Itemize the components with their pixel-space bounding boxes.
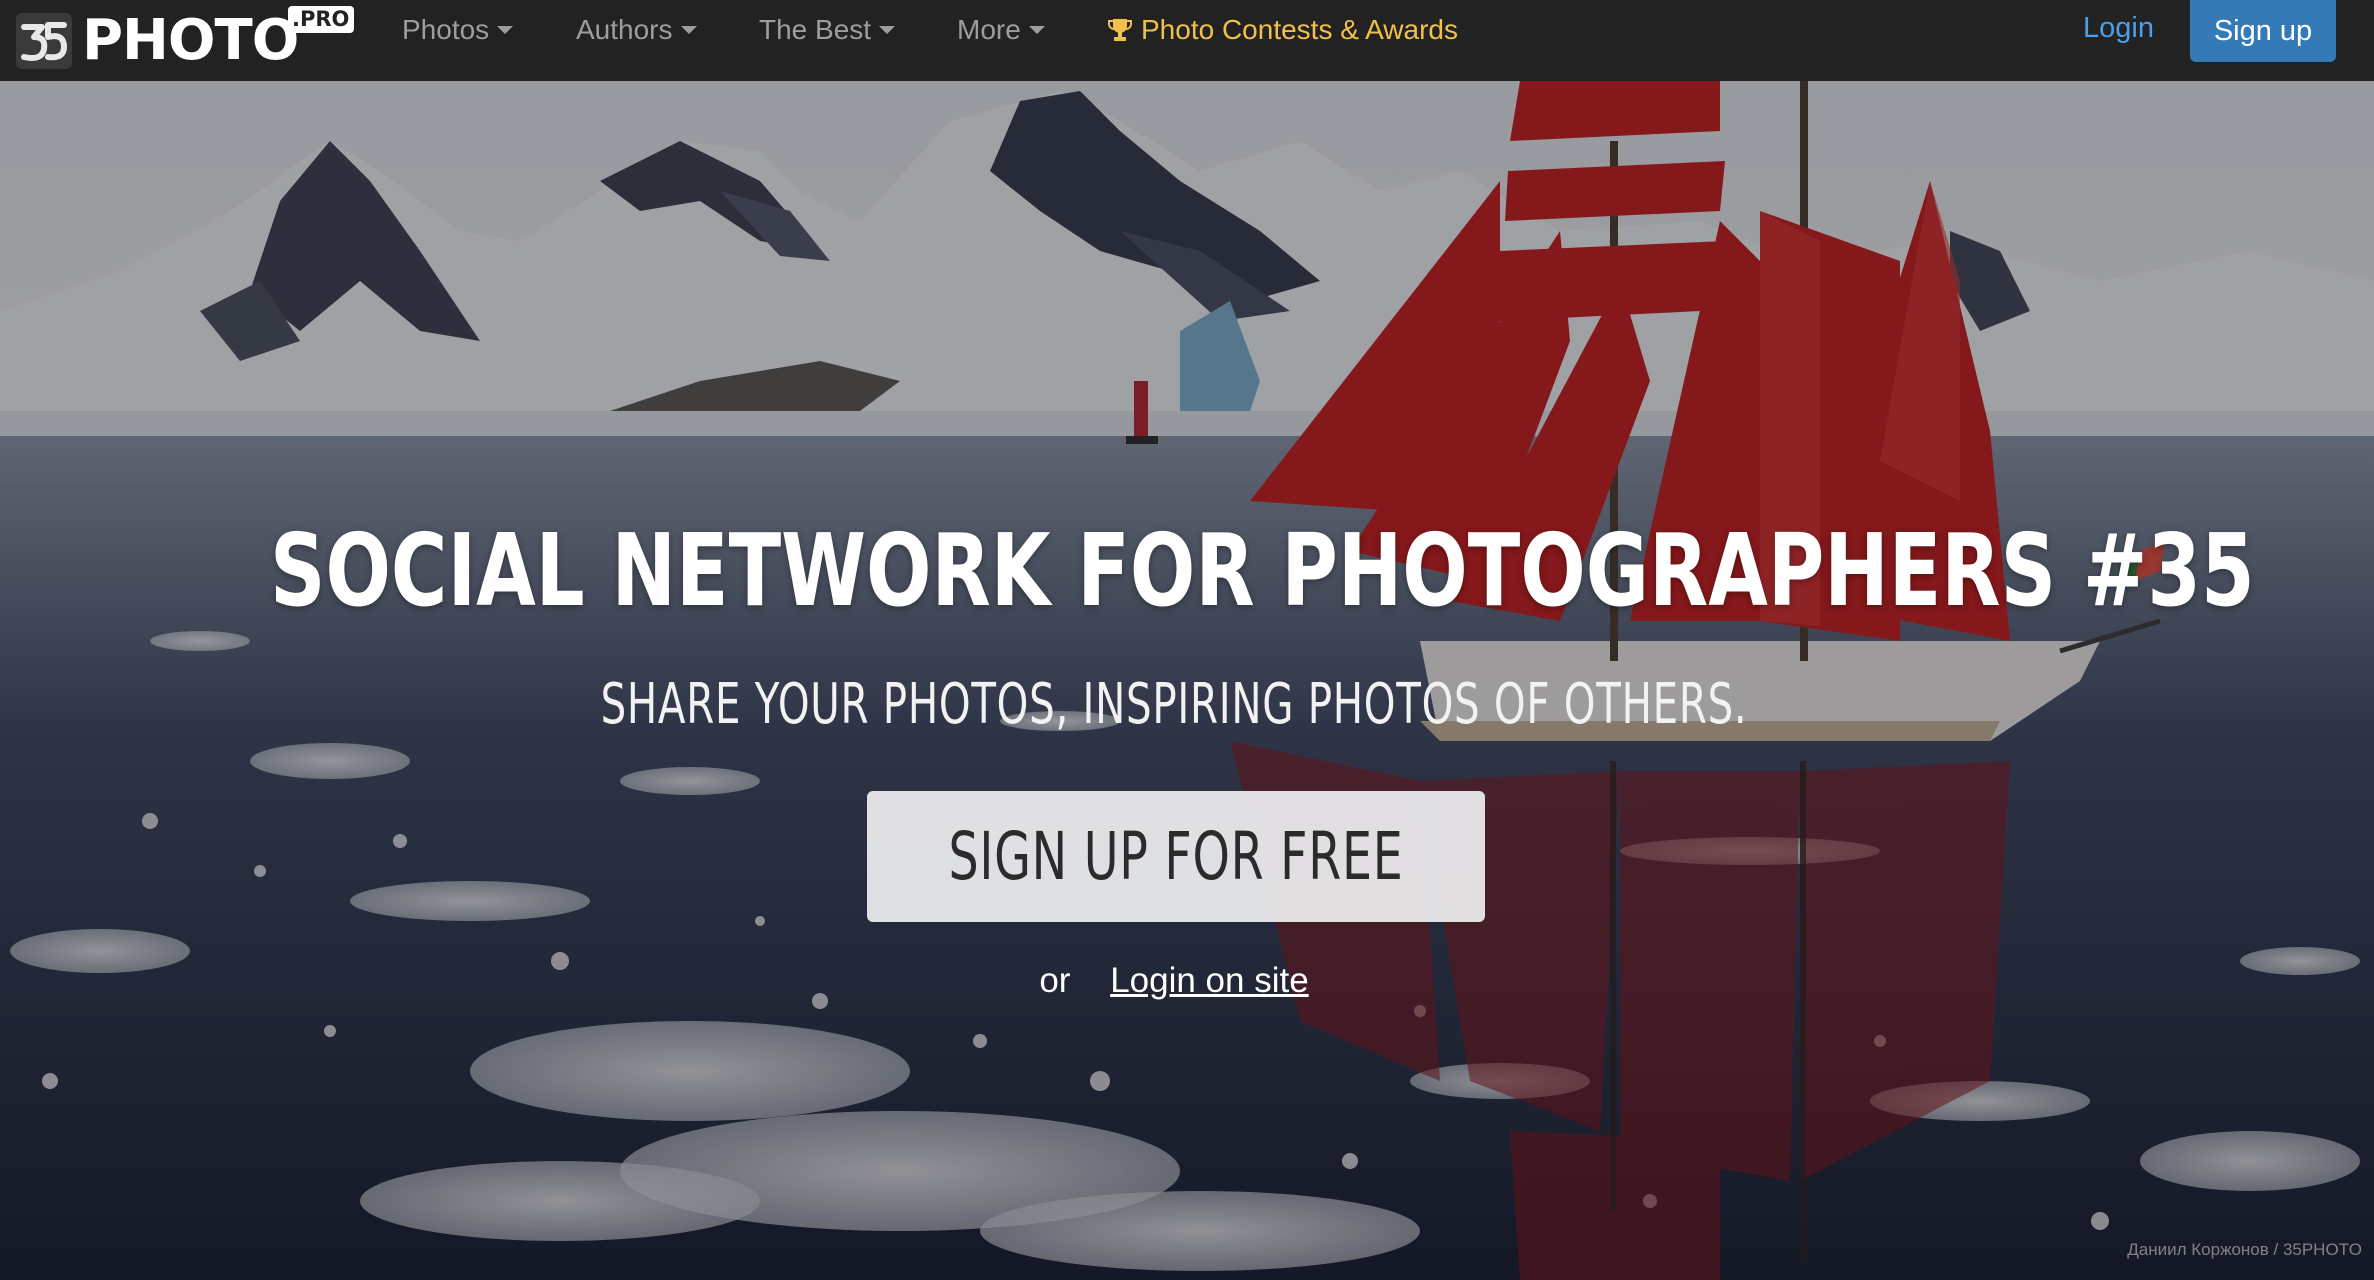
caret-down-icon xyxy=(1028,26,1045,34)
logo-wordmark: PHOTO xyxy=(82,7,299,73)
logo-pro-badge: .PRO xyxy=(288,6,355,33)
caret-down-icon xyxy=(680,26,697,34)
site-logo[interactable]: PHOTO xyxy=(16,0,299,81)
nav-authors-label: Authors xyxy=(576,14,673,45)
signup-button[interactable]: Sign up xyxy=(2190,0,2336,62)
caret-down-icon xyxy=(879,26,896,34)
trophy-icon xyxy=(1108,19,1132,41)
login-link[interactable]: Login xyxy=(2083,0,2154,56)
nav-authors-dropdown[interactable]: Authors xyxy=(576,0,697,60)
hero-headline: SOCIAL NETWORK FOR PHOTOGRAPHERS #35 xyxy=(270,512,2255,629)
nav-the-best-dropdown[interactable]: The Best xyxy=(759,0,896,60)
nav-contests-label: Photo Contests & Awards xyxy=(1141,14,1458,45)
photo-credit: Даниил Коржонов / 35PHOTO xyxy=(2127,1240,2362,1259)
alt-login-row: or Login on site xyxy=(0,961,2348,1001)
nav-photos-dropdown[interactable]: Photos xyxy=(402,0,514,60)
or-text: or xyxy=(1039,961,1071,1000)
top-navbar: PHOTO .PRO Photos Authors The Best More … xyxy=(0,0,2374,81)
nav-photo-contests[interactable]: Photo Contests & Awards xyxy=(1107,0,1458,60)
nav-the-best-label: The Best xyxy=(759,14,872,45)
hero-subheadline: SHARE YOUR PHOTOS, INSPIRING PHOTOS OF O… xyxy=(600,672,1748,737)
nav-more-dropdown[interactable]: More xyxy=(957,0,1045,60)
nav-photos-label: Photos xyxy=(402,14,490,45)
signup-free-button[interactable]: SIGN UP FOR FREE xyxy=(867,791,1485,922)
signup-free-label: SIGN UP FOR FREE xyxy=(948,817,1404,895)
caret-down-icon xyxy=(497,26,514,34)
hero-section: SOCIAL NETWORK FOR PHOTOGRAPHERS #35 SHA… xyxy=(0,81,2374,1280)
login-on-site-link[interactable]: Login on site xyxy=(1110,961,1308,1000)
35photo-logo-icon xyxy=(16,12,72,69)
nav-more-label: More xyxy=(957,14,1021,45)
